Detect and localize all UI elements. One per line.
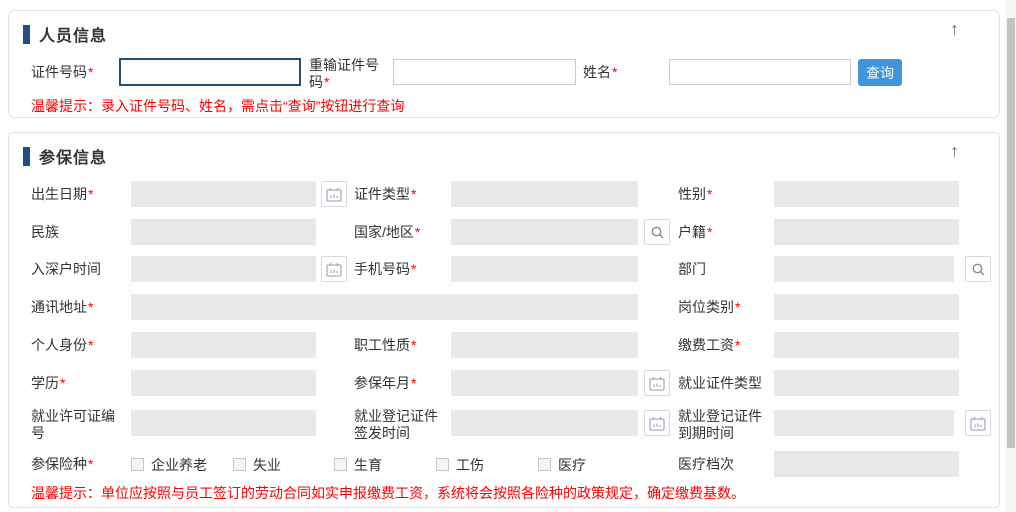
person-info-panel: 人员信息 ↑ 证件号码* 重输证件号码* 姓名* 查询 温馨提示：录入证件号码、… xyxy=(8,10,1000,118)
employee-nature-input xyxy=(451,332,638,358)
address-label: 通讯地址* xyxy=(31,294,93,321)
checkbox-unemployment[interactable]: 失业 xyxy=(233,451,281,478)
row-address-post: 通讯地址* 岗位类别* xyxy=(31,294,989,321)
person-hint: 温馨提示：录入证件号码、姓名，需点击“查询”按钮进行查询 xyxy=(31,98,404,114)
insured-section-header: 参保信息 xyxy=(23,144,107,168)
row-entry-mobile-dept: 入深户时间 手机号码* 部门 xyxy=(31,256,989,283)
personal-identity-input xyxy=(131,332,316,358)
employment-permit-no-input xyxy=(131,410,316,436)
row-birth-cert-gender: 出生日期* 证件类型* 性别* xyxy=(31,181,989,208)
insured-section-title: 参保信息 xyxy=(39,144,107,168)
checkbox-medical[interactable]: 医疗 xyxy=(538,451,586,478)
post-category-input xyxy=(774,294,959,320)
country-region-label: 国家/地区* xyxy=(354,219,442,246)
medical-tier-label: 医疗档次 xyxy=(678,451,766,478)
calendar-icon[interactable] xyxy=(644,410,670,436)
employment-cert-type-label: 就业证件类型 xyxy=(678,370,766,397)
ethnicity-input xyxy=(131,219,316,245)
shenzhen-entry-date-input xyxy=(131,256,316,282)
shenzhen-entry-date-label: 入深户时间 xyxy=(31,256,101,283)
education-input xyxy=(131,370,316,396)
country-region-input xyxy=(451,219,638,245)
employee-insurance-form: 人员信息 ↑ 证件号码* 重输证件号码* 姓名* 查询 温馨提示：录入证件号码、… xyxy=(0,0,1016,512)
calendar-icon[interactable] xyxy=(644,370,670,396)
cert-type-input xyxy=(451,181,638,207)
gender-input xyxy=(774,181,959,207)
employment-reg-expiry-date-input xyxy=(774,410,954,436)
employment-permit-no-label: 就业许可证编号 xyxy=(31,408,119,442)
insured-month-input xyxy=(451,370,638,396)
checkbox-box[interactable] xyxy=(131,458,144,471)
employment-cert-type-input xyxy=(774,370,959,396)
employment-reg-expiry-date-label: 就业登记证件到期时间 xyxy=(678,408,766,442)
payment-salary-input xyxy=(774,332,959,358)
mobile-input xyxy=(451,256,638,282)
birth-date-input xyxy=(131,181,316,207)
vertical-scrollbar[interactable] xyxy=(1006,0,1016,512)
employment-reg-issue-date-label: 就业登记证件签发时间 xyxy=(354,408,442,442)
insured-hint: 温馨提示：单位应按照与员工签订的劳动合同如实申报缴费工资，系统将会按照各险种的政… xyxy=(31,485,745,501)
row-permit-issue-expiry: 就业许可证编号 就业登记证件签发时间 就业登记证件到期时间 xyxy=(31,410,989,440)
search-icon[interactable] xyxy=(965,256,991,282)
row-ethnic-country-household: 民族 国家/地区* 户籍* xyxy=(31,219,989,246)
row-identity-nature-salary: 个人身份* 职工性质* 缴费工资* xyxy=(31,332,989,359)
employment-reg-issue-date-input xyxy=(451,410,638,436)
person-row: 证件号码* 重输证件号码* 姓名* 查询 xyxy=(31,59,989,86)
ethnicity-label: 民族 xyxy=(31,219,59,246)
insured-month-label: 参保年月* xyxy=(354,370,442,397)
name-label: 姓名* xyxy=(583,59,617,86)
query-button[interactable]: 查询 xyxy=(858,59,902,86)
name-input[interactable] xyxy=(669,59,851,85)
cert-type-label: 证件类型* xyxy=(354,181,442,208)
checkbox-pension[interactable]: 企业养老 xyxy=(131,451,207,478)
gender-label: 性别* xyxy=(678,181,766,208)
household-label: 户籍* xyxy=(678,219,766,246)
checkbox-box[interactable] xyxy=(538,458,551,471)
id-number-input[interactable] xyxy=(119,58,301,86)
post-category-label: 岗位类别* xyxy=(678,294,766,321)
row-education-month-certtype: 学历* 参保年月* 就业证件类型 xyxy=(31,370,989,397)
id-number-label: 证件号码* xyxy=(31,59,93,86)
address-input xyxy=(131,294,638,320)
checkbox-box[interactable] xyxy=(436,458,449,471)
calendar-icon[interactable] xyxy=(321,181,347,207)
household-input xyxy=(774,219,959,245)
mobile-label: 手机号码* xyxy=(354,256,442,283)
calendar-icon[interactable] xyxy=(965,410,991,436)
row-insurance-types: 参保险种* 企业养老 失业 生育 工伤 医疗 医疗档次 xyxy=(31,451,989,478)
education-label: 学历* xyxy=(31,370,65,397)
section-bar xyxy=(23,147,30,166)
checkbox-maternity[interactable]: 生育 xyxy=(334,451,382,478)
insurance-types-label: 参保险种* xyxy=(31,451,93,478)
id-number-repeat-label: 重输证件号码* xyxy=(309,57,389,91)
checkbox-work-injury[interactable]: 工伤 xyxy=(436,451,484,478)
scrollbar-thumb[interactable] xyxy=(1007,18,1015,448)
id-number-repeat-input[interactable] xyxy=(393,59,576,85)
department-input xyxy=(774,256,954,282)
search-icon[interactable] xyxy=(644,219,670,245)
medical-tier-input xyxy=(774,451,959,477)
collapse-arrow-icon[interactable]: ↑ xyxy=(950,141,959,161)
employee-nature-label: 职工性质* xyxy=(354,332,442,359)
insured-info-panel: 参保信息 ↑ 出生日期* 证件类型* 性别* 民族 国家/地区* 户籍* xyxy=(8,132,1000,508)
calendar-icon[interactable] xyxy=(321,256,347,282)
checkbox-box[interactable] xyxy=(233,458,246,471)
personal-identity-label: 个人身份* xyxy=(31,332,93,359)
person-section-header: 人员信息 xyxy=(23,22,107,46)
checkbox-box[interactable] xyxy=(334,458,347,471)
section-bar xyxy=(23,25,30,44)
department-label: 部门 xyxy=(678,256,766,283)
collapse-arrow-icon[interactable]: ↑ xyxy=(950,19,959,39)
person-section-title: 人员信息 xyxy=(39,22,107,46)
payment-salary-label: 缴费工资* xyxy=(678,332,766,359)
birth-date-label: 出生日期* xyxy=(31,181,93,208)
